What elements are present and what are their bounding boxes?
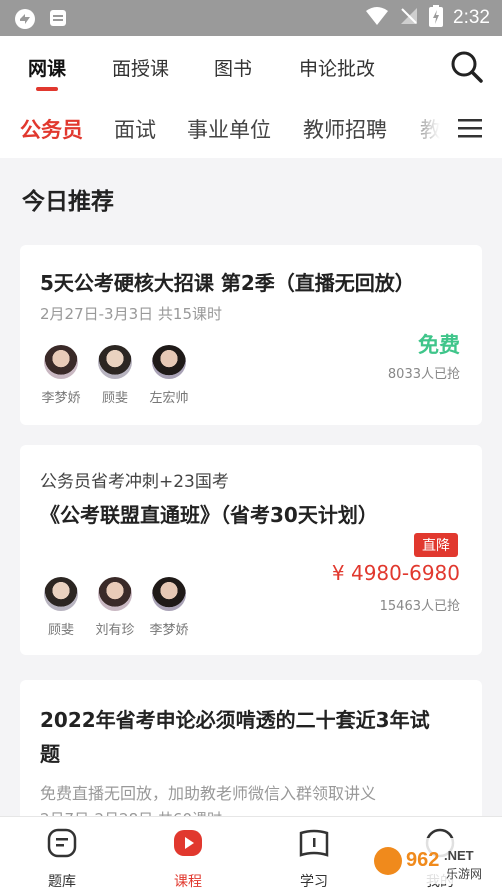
avatar <box>44 577 78 611</box>
category-teacher-recruitment[interactable]: 教师招聘 <box>303 114 387 144</box>
site-watermark: 962 .NET 乐游网 <box>366 836 498 886</box>
nav-study[interactable]: 学习 <box>274 827 354 891</box>
avatar <box>152 577 186 611</box>
teacher-name: 刘有珍 <box>95 623 135 638</box>
course-subtitle: 公务员省考冲刺+23国考 <box>40 472 229 492</box>
teacher: 刘有珍 <box>95 577 135 638</box>
teacher-list: 李梦娇 顾斐 左宏帅 <box>41 345 189 406</box>
discount-badge: 直降 <box>414 533 458 557</box>
teacher-name: 顾斐 <box>47 623 74 638</box>
notification-icon <box>48 8 68 34</box>
course-title: 5天公考硬核大招课 第2季（直播无回放） <box>40 271 415 295</box>
nav-label: 题库 <box>48 874 76 890</box>
watermark-number: 962 <box>406 849 439 871</box>
tab-online-course[interactable]: 网课 <box>28 54 66 91</box>
wifi-icon <box>365 6 389 30</box>
book-icon <box>298 827 330 863</box>
enroll-count: 8033人已抢 <box>387 367 460 382</box>
play-course-icon <box>172 827 204 863</box>
course-title-line: 题 <box>40 742 60 766</box>
teacher-name: 左宏帅 <box>149 391 189 406</box>
course-title-line: 2022年省考申论必须啃透的二十套近3年试 <box>40 708 430 732</box>
app-sync-icon <box>14 8 36 34</box>
status-bar: 2:32 <box>0 0 502 36</box>
section-title: 今日推荐 <box>22 189 114 215</box>
teacher: 李梦娇 <box>149 577 189 638</box>
search-icon[interactable] <box>450 50 484 88</box>
watermark-site-name: 乐游网 <box>446 867 482 881</box>
question-bank-icon <box>46 827 78 863</box>
teacher: 李梦娇 <box>41 345 81 406</box>
teacher: 左宏帅 <box>149 345 189 406</box>
clock: 2:32 <box>453 7 490 28</box>
course-title: 《公考联盟直通班》（省考30天计划） <box>40 503 378 527</box>
category-interview[interactable]: 面试 <box>114 114 156 144</box>
tab-books[interactable]: 图书 <box>214 54 252 81</box>
watermark-domain: .NET <box>444 848 474 863</box>
course-price: 免费 <box>418 333 460 357</box>
nav-label: 课程 <box>174 874 202 890</box>
tab-essay-review[interactable]: 申论批改 <box>299 54 375 81</box>
teacher: 顾斐 <box>98 345 132 406</box>
course-card[interactable]: 公务员省考冲刺+23国考 《公考联盟直通班》（省考30天计划） 直降 ¥ 498… <box>20 445 482 655</box>
avatar <box>152 345 186 379</box>
avatar <box>98 577 132 611</box>
category-navigation: 公务员 面试 事业单位 教师招聘 教 <box>0 98 502 158</box>
teacher-name: 李梦娇 <box>149 623 189 638</box>
menu-icon[interactable] <box>458 117 482 143</box>
teacher: 顾斐 <box>44 577 78 638</box>
course-card[interactable]: 5天公考硬核大招课 第2季（直播无回放） 2月27日-3月3日 共15课时 免费… <box>20 245 482 425</box>
avatar <box>98 345 132 379</box>
course-price: ¥ 4980-6980 <box>331 561 460 585</box>
teacher-name: 李梦娇 <box>41 391 81 406</box>
category-civil-servant[interactable]: 公务员 <box>20 114 83 144</box>
course-schedule: 2月27日-3月3日 共15课时 <box>40 305 222 323</box>
battery-icon <box>429 5 444 31</box>
teacher-list: 顾斐 刘有珍 李梦娇 <box>44 577 189 638</box>
category-public-institution[interactable]: 事业单位 <box>187 114 271 144</box>
tab-offline-course[interactable]: 面授课 <box>112 54 169 81</box>
nav-course[interactable]: 课程 <box>148 827 228 891</box>
teacher-name: 顾斐 <box>101 391 128 406</box>
nav-question-bank[interactable]: 题库 <box>22 827 102 891</box>
enroll-count: 15463人已抢 <box>379 599 460 614</box>
category-fade <box>400 98 450 158</box>
avatar <box>44 345 78 379</box>
no-signal-icon <box>399 6 419 30</box>
course-description: 免费直播无回放，加助教老师微信入群领取讲义 <box>40 784 377 803</box>
top-navigation: 网课 面授课 图书 申论批改 <box>0 36 502 98</box>
nav-label: 学习 <box>300 874 328 890</box>
